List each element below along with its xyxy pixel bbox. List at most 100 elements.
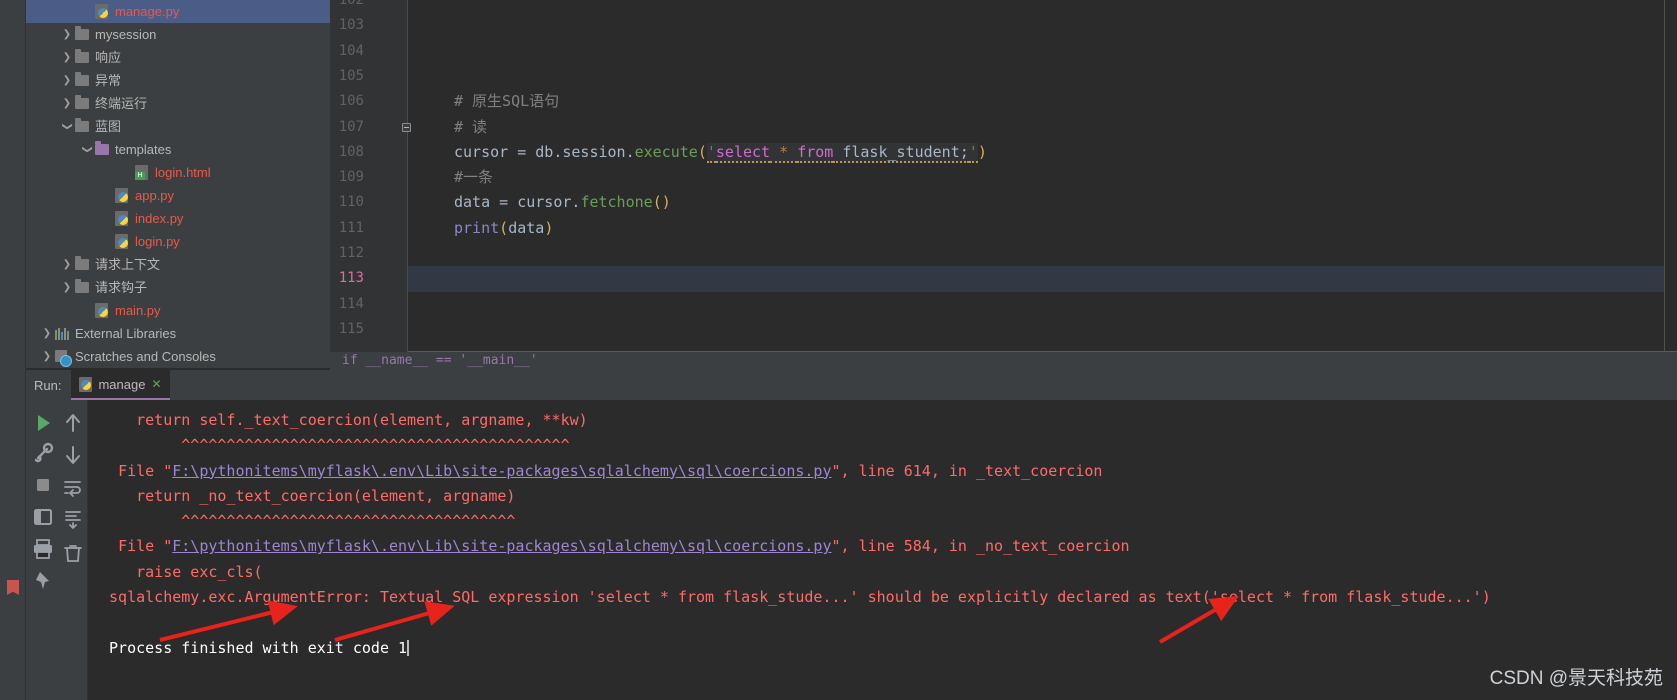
run-toolbar[interactable] [26,400,88,700]
line-number: 115 [338,320,364,337]
run-console-output[interactable]: return self._text_coercion(element, argn… [88,400,1677,700]
external-libraries-icon [54,322,71,345]
restore-layout-button[interactable] [30,504,56,530]
chevron-right-icon[interactable] [60,23,74,46]
python-file-icon [79,376,93,392]
chevron-right-icon[interactable] [60,92,74,115]
console-text: return _no_text_coercion(element, argnam… [136,486,516,505]
tree-item-[interactable]: 蓝图 [26,115,330,138]
chevron-right-icon[interactable] [60,253,74,276]
code-line[interactable]: cursor = db.session.execute('select * fr… [408,140,1677,165]
folder-icon [74,23,91,46]
tree-no-arrow [100,207,114,230]
tree-item-login.html[interactable]: login.html [26,161,330,184]
code-line[interactable] [408,0,1677,13]
code-line[interactable] [408,13,1677,38]
tree-item-mysession[interactable]: mysession [26,23,330,46]
stop-button[interactable] [30,472,56,498]
tree-item-label: 终端运行 [95,96,148,111]
pin-button[interactable] [30,568,56,594]
tree-item-label: 请求上下文 [95,257,161,272]
left-tool-window-bar[interactable]: Bookmarks Structure [0,0,53,700]
tree-item-label: 蓝图 [95,119,122,134]
editor-breadcrumb[interactable]: if __name__ == '__main__' [330,352,1677,370]
tree-item-label: manage.py [115,4,180,19]
tree-item-label: main.py [115,303,161,318]
clear-all-button[interactable] [60,540,86,566]
console-text: Process finished with exit code 1 [109,638,408,657]
line-number: 113 [338,270,364,287]
tree-item-[interactable]: 请求钩子 [26,276,330,299]
chevron-right-icon[interactable] [40,322,54,345]
scroll-to-end-button[interactable] [60,506,86,532]
console-line: Process finished with exit code 1 [88,636,1677,661]
chevron-right-icon[interactable] [40,345,54,368]
folder-icon [74,92,91,115]
console-text: File [118,461,164,480]
python-file-icon [114,184,131,207]
code-line[interactable] [408,64,1677,89]
editor-gutter[interactable]: 102 103 104 105 106 107 108 109 110 111 112 113 114 1… [330,0,411,352]
tree-item-[interactable]: 异常 [26,69,330,92]
rerun-button[interactable] [30,410,56,436]
tree-item-ExternalLibraries[interactable]: External Libraries [26,322,330,345]
tree-item-label: External Libraries [75,326,177,341]
folder-icon [74,115,91,138]
console-text: ^^^^^^^^^^^^^^^^^^^^^^^^^^^^^^^^^^^^^ [181,512,516,531]
code-line[interactable] [408,241,1677,266]
code-line[interactable]: #一条 [408,165,1677,190]
settings-button[interactable] [30,440,56,466]
console-text: raise exc_cls( [136,562,263,581]
tree-item-main.py[interactable]: main.py [26,299,330,322]
code-line[interactable]: # 读 [408,115,1677,140]
step-down-button[interactable] [60,442,86,468]
line-number: 108 [338,143,364,160]
print-button[interactable] [30,536,56,562]
tree-item-login.py[interactable]: login.py [26,230,330,253]
code-line[interactable]: # 原生SQL语句 [408,89,1677,114]
editor-code-area[interactable]: # 原生SQL语句 # 读 cursor = db.session.execute(… [408,0,1677,352]
project-tree[interactable]: manage.py mysession 响应异常终端运行蓝图 templates log… [26,0,330,368]
code-editor[interactable]: 102 103 104 105 106 107 108 109 110 111 112 113 114 1… [330,0,1677,352]
tree-item-templates[interactable]: templates [26,138,330,161]
chevron-down-icon[interactable] [80,138,94,161]
tree-item-ScratchesandConsoles[interactable]: Scratches and Consoles [26,345,330,368]
code-line[interactable] [408,317,1677,342]
console-text: ", line 584, in _no_text_coercion [831,537,1130,556]
tree-item-[interactable]: 终端运行 [26,92,330,115]
run-window-label: Run: [34,377,62,393]
line-number: 103 [338,17,364,34]
tree-item-[interactable]: 请求上下文 [26,253,330,276]
code-line[interactable]: data = cursor.fetchone() [408,190,1677,215]
console-line: return self._text_coercion(element, argn… [88,408,1677,433]
tree-item-label: 请求钩子 [95,280,148,295]
tree-no-arrow [80,299,94,322]
console-line: ^^^^^^^^^^^^^^^^^^^^^^^^^^^^^^^^^^^^^ [88,509,1677,534]
tree-item-app.py[interactable]: app.py [26,184,330,207]
code-line[interactable] [408,292,1677,317]
chevron-right-icon[interactable] [60,46,74,69]
tree-item-index.py[interactable]: index.py [26,207,330,230]
file-path-link[interactable]: F:\pythonitems\myflask\.env\Lib\site-pac… [172,462,831,480]
code-line[interactable] [408,39,1677,64]
chevron-right-icon[interactable] [60,276,74,299]
editor-scrollbar[interactable] [1665,0,1677,352]
step-up-button[interactable] [60,410,86,436]
tree-item-[interactable]: 响应 [26,46,330,69]
python-file-icon [114,230,131,253]
folder-icon [74,69,91,92]
file-path-link[interactable]: F:\pythonitems\myflask\.env\Lib\site-pac… [172,537,831,555]
console-caret [407,639,410,656]
run-tab-manage[interactable]: manage ✕ [71,370,170,400]
chevron-right-icon[interactable] [60,69,74,92]
code-line[interactable] [408,266,1677,292]
chevron-down-icon[interactable] [60,115,74,138]
tree-no-arrow [120,161,134,184]
code-line[interactable]: print(data) [408,216,1677,241]
bookmark-flag-icon[interactable] [7,580,19,595]
folder-icon [74,276,91,299]
tree-item-manage.py[interactable]: manage.py [26,0,330,23]
tree-item-label: index.py [135,211,184,226]
soft-wrap-button[interactable] [60,474,86,500]
close-icon[interactable]: ✕ [151,377,161,391]
